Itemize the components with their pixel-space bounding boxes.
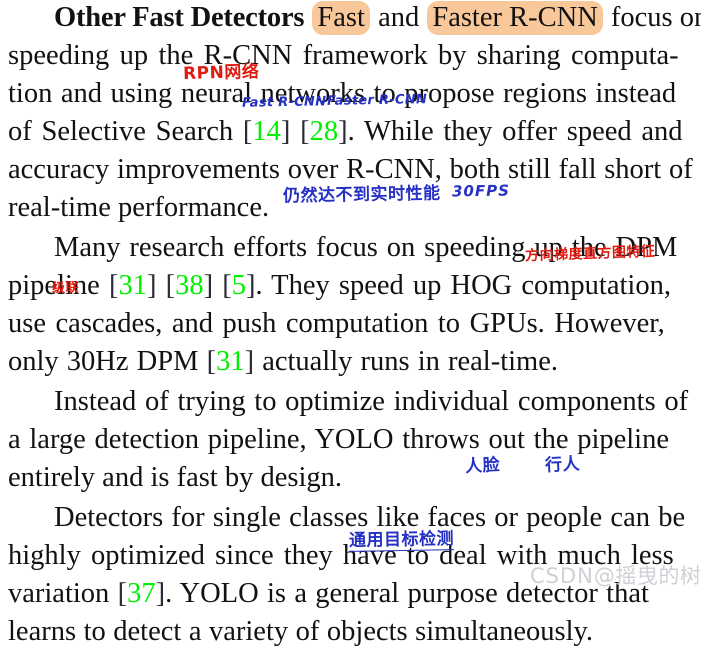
text-line: use cascades, and push computation to GP… [8,305,694,343]
text-line: pipeline [31] [38] [5]. They speed up HO… [8,267,694,305]
text-run: . They speed up HOG computation, [255,270,671,301]
text-line: Other Fast Detectors Fast and Faster R-C… [8,0,701,37]
text-run [371,2,378,33]
text-line: Many research efforts focus on speeding … [8,229,701,267]
highlight-fast: Fast [312,1,370,35]
text-run: and [378,2,420,33]
paper-page: Other Fast Detectors Fast and Faster R-C… [0,0,701,647]
highlight-faster-rcnn: Faster R-CNN [427,1,603,35]
citation-bracket: [ [108,270,119,301]
text-line: Instead of trying to optimize individual… [8,383,701,421]
citation-bracket: [ [117,578,128,609]
text-line: variation [37]. YOLO is a general purpos… [8,575,694,613]
text-line: accuracy improvements over R-CNN, both s… [8,151,694,189]
paragraph-heading: Other Fast Detectors [54,2,305,33]
citation-31: 31 [118,270,147,301]
text-line: tion and using neural networks to propos… [8,75,694,113]
text-run: accuracy improvements over R-CNN, both s… [8,154,693,185]
citation-bracket: [ [242,116,253,147]
text-run [254,346,262,377]
text-line: highly optimized since they have to deal… [8,537,694,575]
text-run [290,116,300,147]
text-line: learns to detect a variety of objects si… [8,613,694,651]
citation-38: 38 [175,270,204,301]
text-run: Detectors for single classes like faces … [54,502,686,533]
citation-bracket: ] [155,578,166,609]
text-run: Instead of trying to optimize individual… [54,386,689,417]
text-run [198,346,206,377]
text-run: pipeline [8,270,100,301]
text-line: only 30Hz DPM [31] actually runs in real… [8,343,694,381]
citation-bracket: ] [280,116,291,147]
citation-31b: 31 [216,346,245,377]
citation-bracket: ] [203,270,214,301]
text-run [233,116,243,147]
citation-37: 37 [127,578,156,609]
text-run: speeding up the R-CNN framework by shari… [8,40,679,71]
text-run: variation [8,578,110,609]
text-run: a large detection pipeline, YOLO throws … [8,424,669,455]
citation-28: 28 [309,116,339,147]
citation-14: 14 [252,116,281,147]
text-run: focus on [610,2,701,33]
text-run [419,2,426,33]
text-line: Detectors for single classes like faces … [8,499,701,537]
citation-bracket: ] [245,270,256,301]
citation-bracket: ] [338,116,348,147]
citation-bracket: [ [165,270,176,301]
citation-bracket: ] [244,346,255,377]
text-run: use cascades, and push computation to GP… [8,308,665,339]
text-line: speeding up the R-CNN framework by shari… [8,37,694,75]
citation-5: 5 [231,270,246,301]
text-line: a large detection pipeline, YOLO throws … [8,421,694,459]
text-run: of Selective Search [8,116,234,147]
text-run [213,270,222,301]
annotation-cropped-bottom [420,594,580,604]
text-line: real-time performance. [8,189,694,227]
text-run: learns to detect a variety of objects si… [8,616,594,647]
text-run: entirely and is fast by design. [8,462,343,493]
text-run [109,578,117,609]
text-run: actually runs in real-time. [262,346,558,377]
text-run: real-time performance. [8,192,270,223]
citation-bracket: ] [146,270,157,301]
text-line: entirely and is fast by design. [8,459,694,497]
text-run [156,270,165,301]
text-run: only 30Hz DPM [8,346,199,377]
citation-bracket: [ [222,270,232,301]
text-run [604,2,611,33]
text-run: highly optimized since they have to deal… [8,540,674,571]
citation-bracket: [ [206,346,217,377]
citation-bracket: [ [300,116,310,147]
text-run [304,2,311,33]
text-line: of Selective Search [14] [28]. While the… [8,113,694,151]
text-run: tion and using neural networks to propos… [8,78,677,109]
text-run [100,270,109,301]
text-run: Many research efforts focus on speeding … [54,232,678,263]
text-run: . While they offer speed and [347,116,683,147]
